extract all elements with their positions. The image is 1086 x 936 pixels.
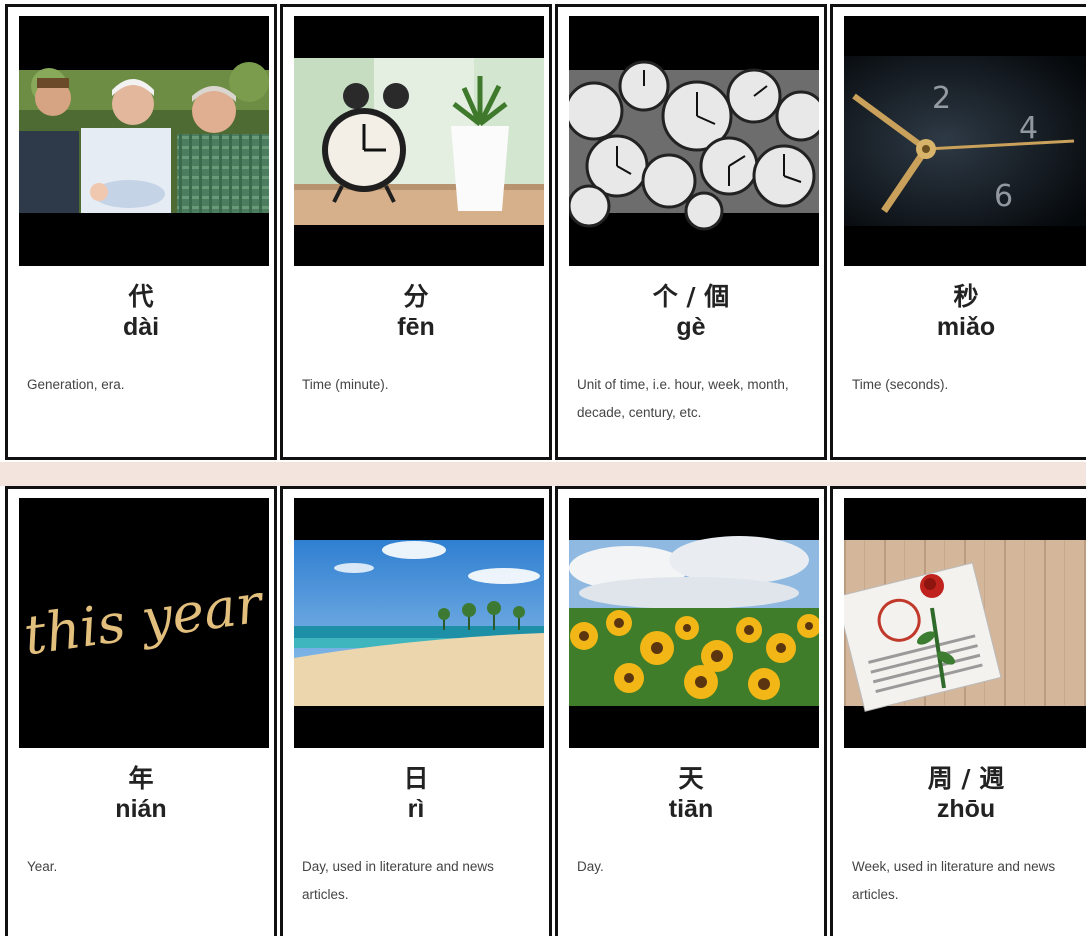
vocab-card-ge[interactable]: 个 / 個 gè Unit of time, i.e. hour, week, … <box>555 4 827 460</box>
family-photo <box>19 16 269 266</box>
pinyin-text: rì <box>407 795 425 823</box>
clock-face-closeup-photo: 2 4 6 <box>844 16 1086 266</box>
flashcard-page: 代 dài Generation, era. 分 fēn Time (minut… <box>0 0 1086 936</box>
definition-text: Day. <box>577 859 604 874</box>
definition-text: Unit of time, i.e. hour, week, month, de… <box>577 377 789 420</box>
svg-text:2: 2 <box>932 81 951 116</box>
pinyin-text: zhōu <box>936 795 996 823</box>
hanzi-text: 秒 <box>953 282 979 311</box>
vocab-card-tian[interactable]: 天 tiān Day. <box>555 486 827 936</box>
definition-text: Time (seconds). <box>852 377 949 392</box>
pinyin-text: fēn <box>397 313 435 341</box>
definition-text: Week, used in literature and news articl… <box>852 859 1056 902</box>
alarm-clock-photo <box>294 16 544 266</box>
pinyin-text: tiān <box>668 795 714 823</box>
pinyin-text: gè <box>676 313 706 341</box>
row-separator-band <box>0 462 1086 486</box>
calendar-rose-photo <box>844 498 1086 748</box>
hanzi-text: 日 <box>403 764 429 793</box>
hanzi-text: 代 <box>128 282 154 311</box>
this-year-lettering: this year <box>19 498 269 748</box>
svg-text:4: 4 <box>1019 111 1038 146</box>
card-row-2: this year 年 nián Year. 日 rì Day, used in… <box>5 486 1086 936</box>
sunflower-field-photo <box>569 498 819 748</box>
pinyin-text: nián <box>115 795 167 823</box>
vocab-card-zhou[interactable]: 周 / 週 zhōu Week, used in literature and … <box>830 486 1086 936</box>
vocab-card-miao[interactable]: 2 4 6 秒 miǎo Time (seconds). <box>830 4 1086 460</box>
hanzi-text: 分 <box>403 282 429 311</box>
vocab-card-fen[interactable]: 分 fēn Time (minute). <box>280 4 552 460</box>
hanzi-text: 天 <box>678 764 704 793</box>
beach-photo <box>294 498 544 748</box>
pinyin-text: dài <box>122 313 160 341</box>
vocab-card-nian[interactable]: this year 年 nián Year. <box>5 486 277 936</box>
definition-text: Time (minute). <box>302 377 389 392</box>
vocab-card-ri[interactable]: 日 rì Day, used in literature and news ar… <box>280 486 552 936</box>
hanzi-text: 周 / 週 <box>927 764 1005 793</box>
svg-text:6: 6 <box>994 179 1013 214</box>
hanzi-text: 年 <box>128 764 154 793</box>
pinyin-text: miǎo <box>936 313 996 341</box>
definition-text: Day, used in literature and news article… <box>302 859 494 902</box>
definition-text: Year. <box>27 859 58 874</box>
definition-text: Generation, era. <box>27 377 125 392</box>
hanzi-text: 个 / 個 <box>652 282 730 311</box>
vocab-card-dai[interactable]: 代 dài Generation, era. <box>5 4 277 460</box>
card-row-1: 代 dài Generation, era. 分 fēn Time (minut… <box>5 4 1086 460</box>
many-clocks-photo <box>569 16 819 266</box>
